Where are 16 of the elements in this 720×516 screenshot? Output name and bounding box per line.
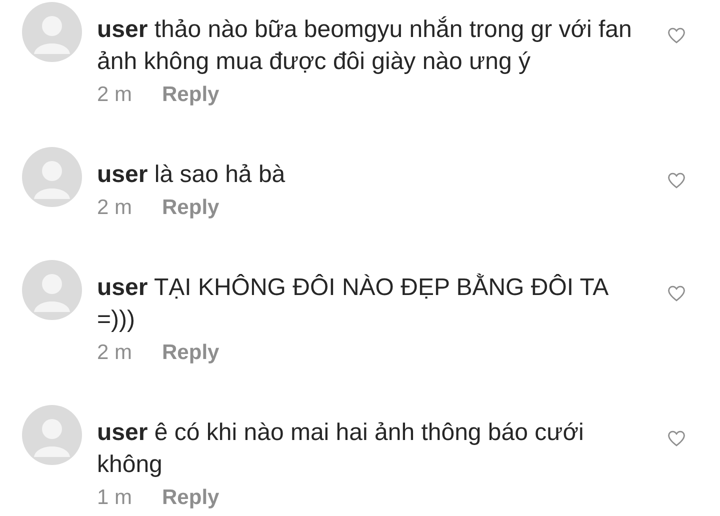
comment-time: 2 m xyxy=(97,195,132,221)
comment-text: user là sao hả bà xyxy=(97,160,286,190)
comment-time: 1 m xyxy=(97,485,132,511)
comment-time: 2 m xyxy=(97,82,132,108)
comment-text: user ê có khi nào mai hai ảnh thông báo cưới không xyxy=(97,418,585,480)
heart-icon[interactable] xyxy=(667,27,686,44)
heart-icon[interactable] xyxy=(667,172,686,189)
heart-icon[interactable] xyxy=(667,430,686,447)
reply-link[interactable]: Reply xyxy=(162,482,220,514)
reply-link[interactable]: Reply xyxy=(162,192,220,224)
comment-time: 2 m xyxy=(97,340,132,366)
comment-text: user thảo nào bữa beomgyu nhắn trong gr với fan ảnh không mua được đôi giày nào ưng ý xyxy=(97,15,633,77)
reply-link[interactable]: Reply xyxy=(162,337,220,369)
reply-link[interactable]: Reply xyxy=(162,79,220,111)
heart-icon[interactable] xyxy=(667,285,686,302)
comment-text: user TẠI KHÔNG ĐÔI NÀO ĐẸP BẰNG ĐÔI TA =))) xyxy=(97,272,609,335)
